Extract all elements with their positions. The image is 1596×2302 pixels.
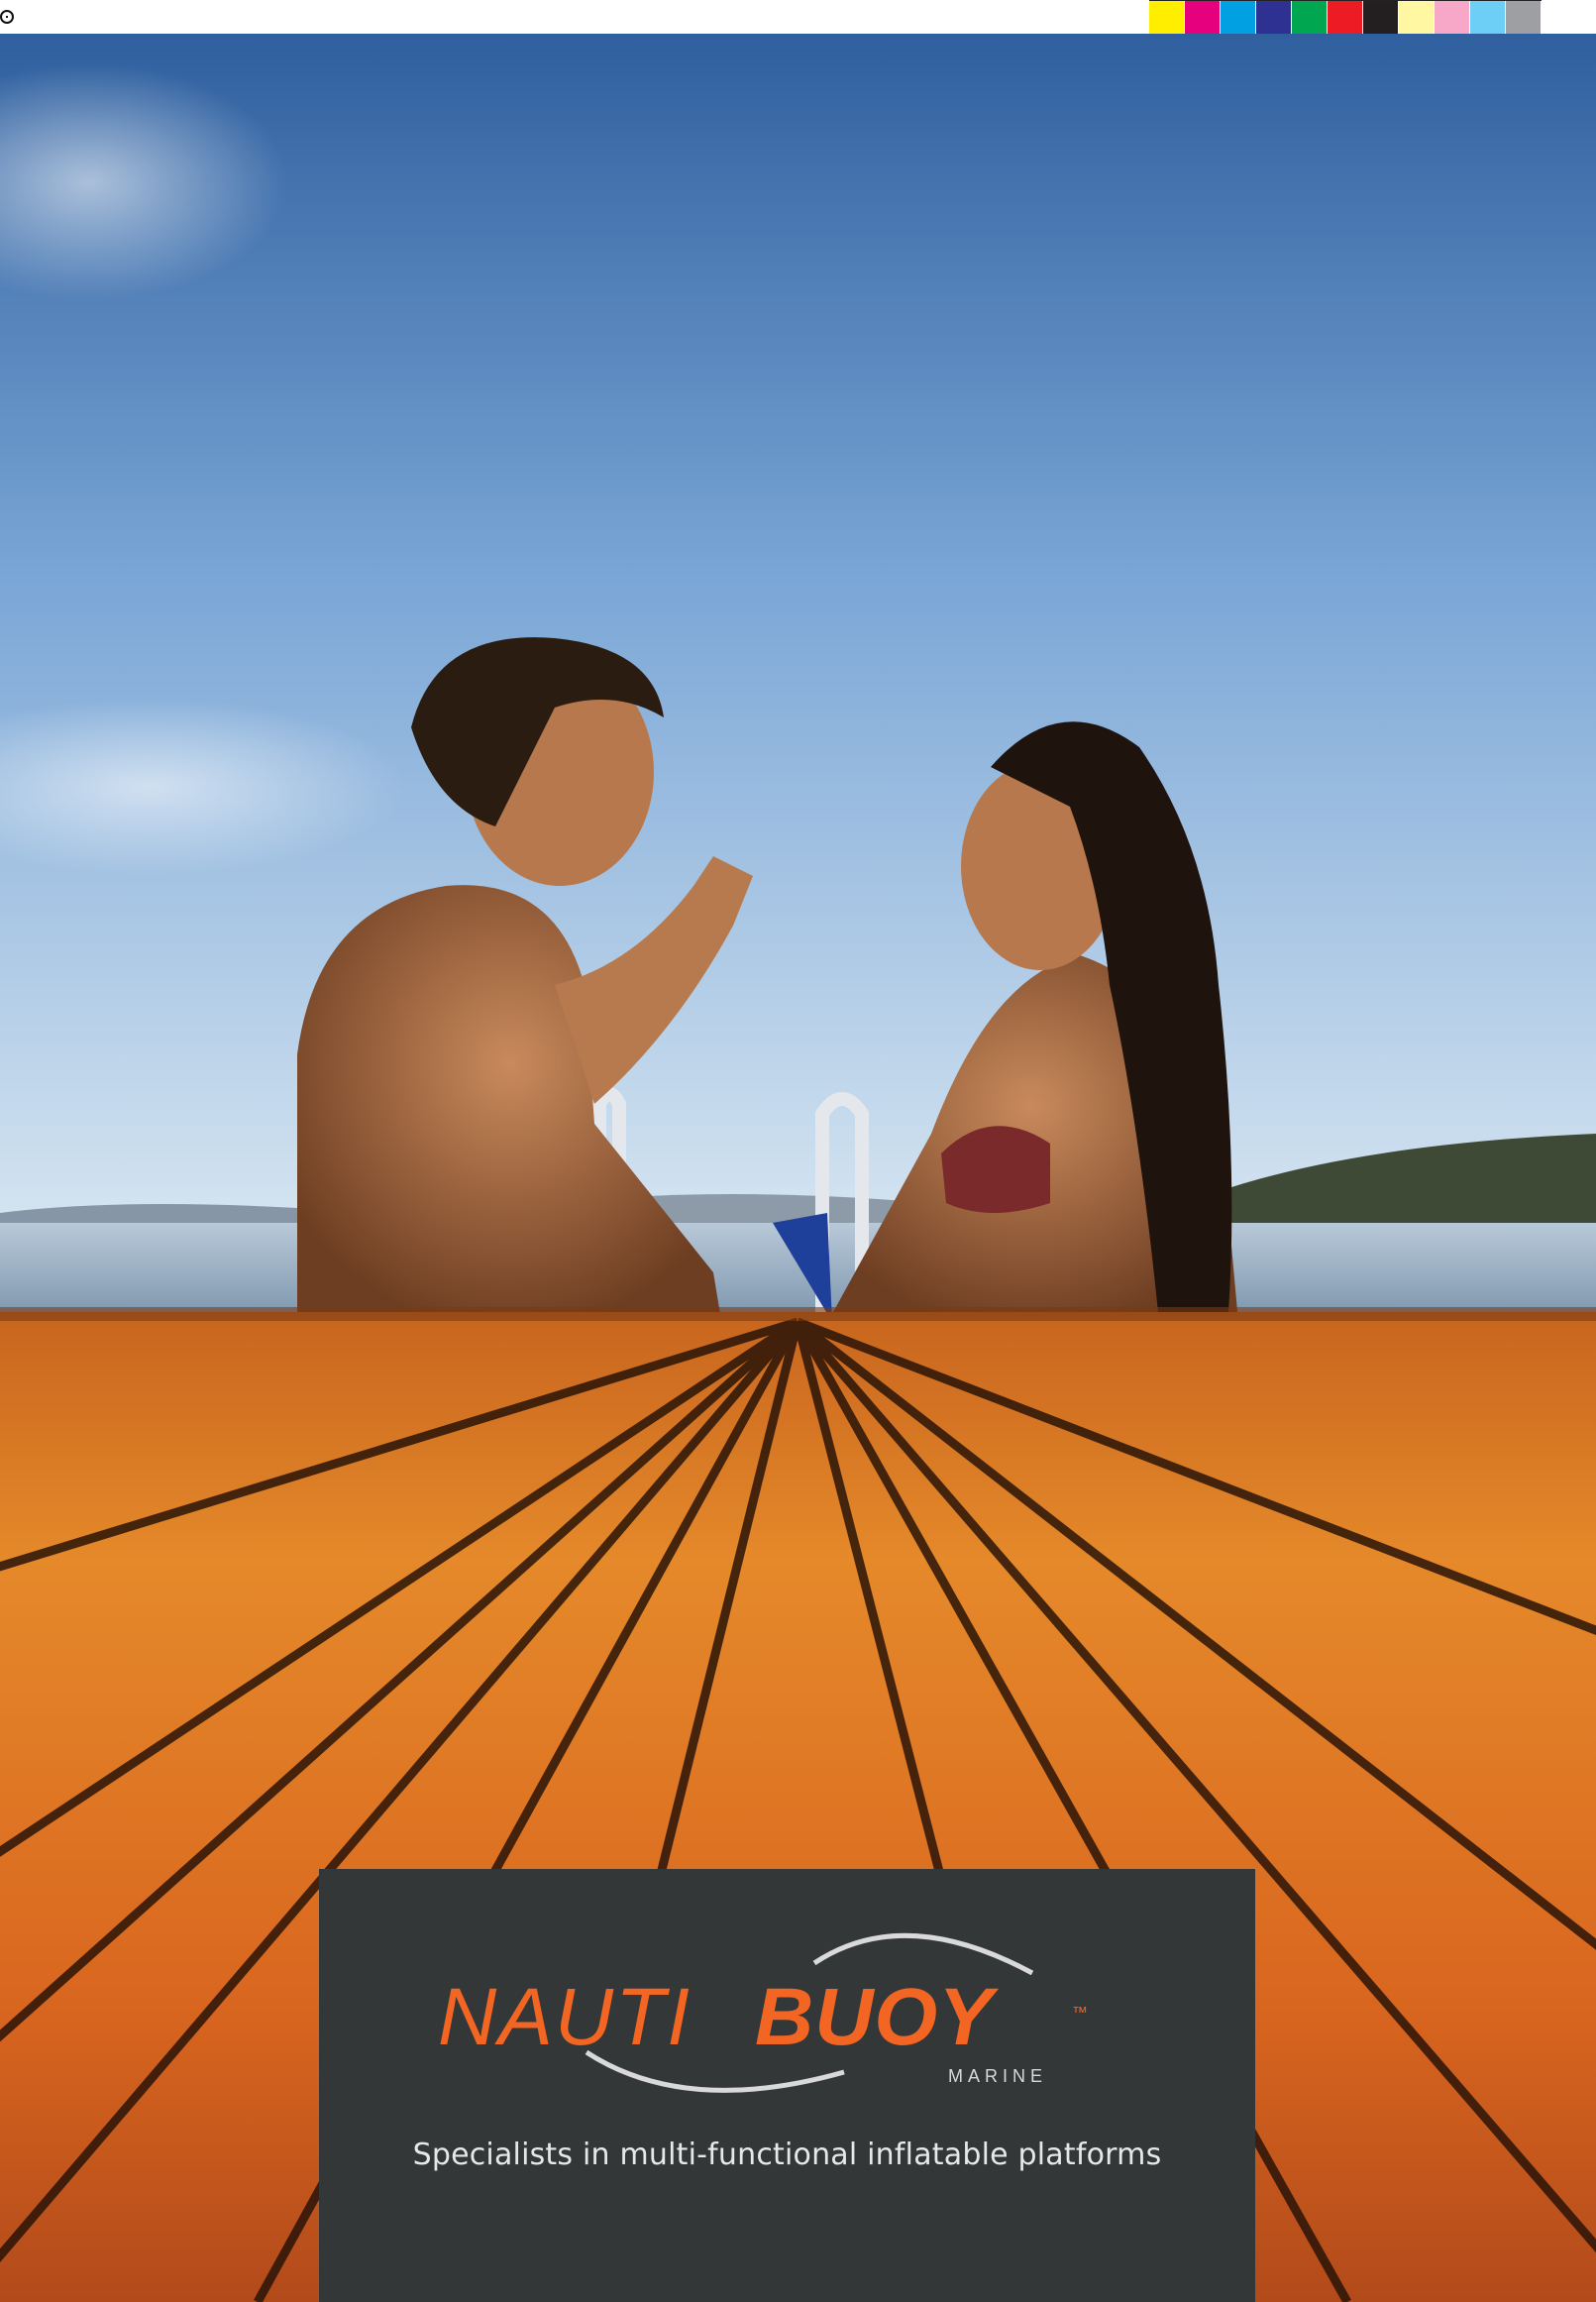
print-strip	[0, 0, 1596, 39]
logo-text-nauti: NAUTI	[438, 1972, 692, 2062]
trademark-symbol: ™	[1072, 2005, 1088, 2022]
registration-mark-icon	[0, 10, 14, 24]
tagline: Specialists in multi-functional inflatab…	[412, 2138, 1162, 2172]
deck-edge	[0, 1307, 1596, 1321]
brand-panel: NAUTI BUOY ™ MARINE Specialists in multi…	[319, 1869, 1255, 2302]
nautibuoy-logo: NAUTI BUOY ™ MARINE	[438, 1914, 1131, 2102]
logo-text-buoy: BUOY	[755, 1972, 999, 2062]
logo-subtitle: MARINE	[948, 2066, 1047, 2086]
logo-swoosh-top	[812, 1932, 1034, 1976]
